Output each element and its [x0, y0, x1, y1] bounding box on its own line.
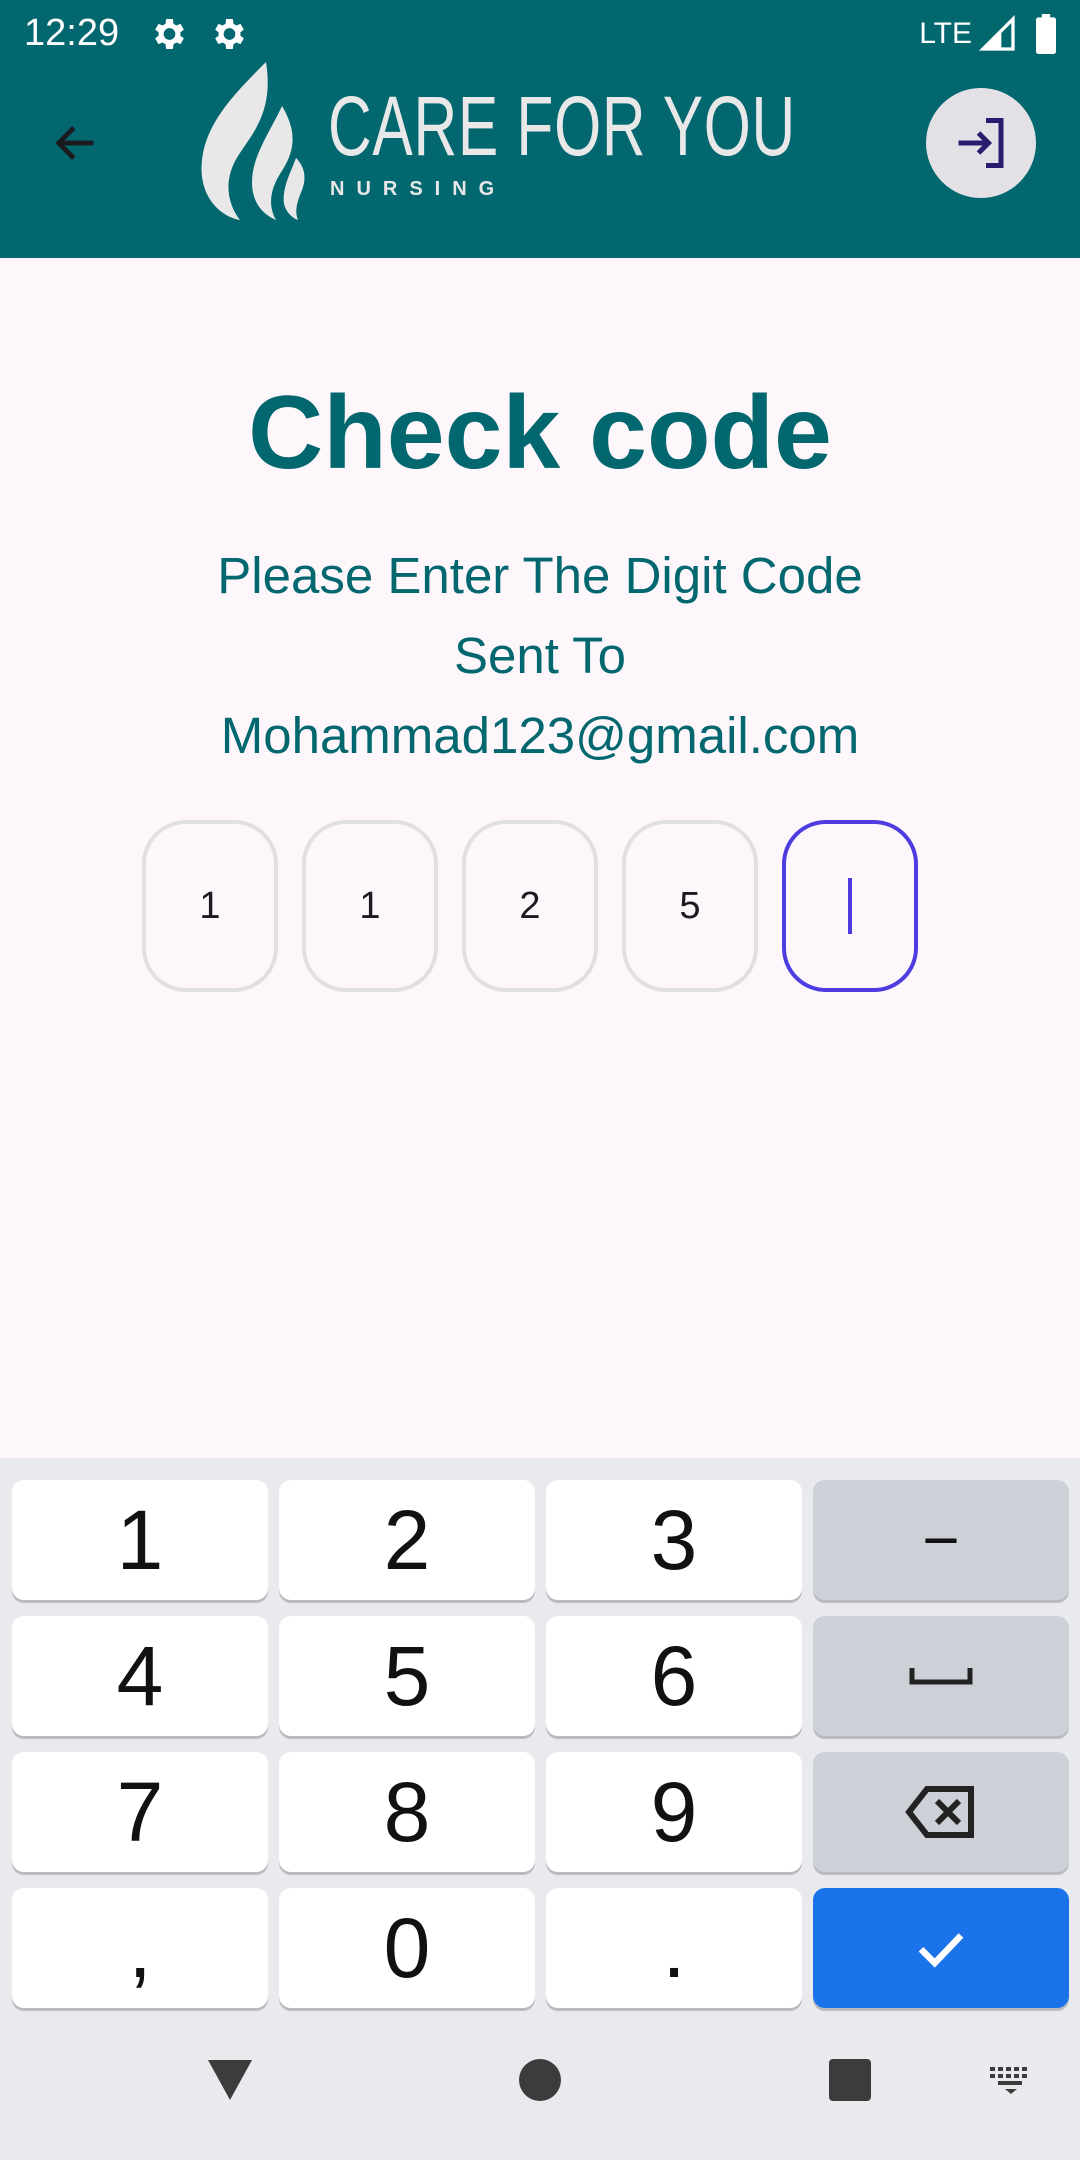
code-digit-field[interactable]: 1	[302, 820, 438, 992]
recents-square-icon	[829, 2059, 871, 2101]
space-icon	[909, 1668, 973, 1685]
gear-icon	[155, 19, 184, 49]
instruction-line: Please Enter The Digit Code	[217, 547, 863, 604]
flame-logo-icon	[201, 62, 305, 220]
keyboard-switch-icon	[990, 2067, 1027, 2094]
gear-icon	[215, 19, 244, 49]
key-0[interactable]: 0	[279, 1888, 535, 2008]
logo-subtitle: NURSING	[330, 178, 507, 200]
key-8[interactable]: 8	[279, 1752, 535, 1872]
backspace-icon	[905, 1786, 974, 1838]
key-3[interactable]: 3	[546, 1480, 802, 1600]
instruction-text: Please Enter The Digit Code Sent To Moha…	[90, 536, 990, 776]
email-address: Mohammad123@gmail.com	[220, 707, 860, 764]
network-type: LTE	[919, 17, 972, 50]
code-digit-field[interactable]: 1	[142, 820, 278, 992]
key-9[interactable]: 9	[546, 1752, 802, 1872]
instruction-line: Sent To	[453, 627, 627, 684]
key-7[interactable]: 7	[12, 1752, 268, 1872]
key-period[interactable]: .	[546, 1888, 802, 2008]
page-title: Check code	[248, 375, 832, 491]
key-2[interactable]: 2	[279, 1480, 535, 1600]
key-5[interactable]: 5	[279, 1616, 535, 1736]
key-minus[interactable]: −	[813, 1480, 1069, 1600]
logo-title: CARE FOR YOU	[328, 79, 796, 173]
code-input-row: 1 1 2 5	[142, 820, 918, 992]
app-logo: CARE FOR YOU NURSING	[196, 62, 795, 228]
key-space[interactable]	[813, 1616, 1069, 1736]
key-done[interactable]	[813, 1888, 1069, 2008]
home-circle-icon	[519, 2059, 561, 2101]
numeric-keyboard: 1 2 3 − 4 5 6 7 8 9 , 0 .	[0, 1458, 1080, 2018]
battery-icon	[1036, 14, 1056, 54]
login-icon	[958, 118, 1004, 168]
keyboard-switch-button[interactable]	[976, 2050, 1046, 2110]
key-1[interactable]: 1	[12, 1480, 268, 1600]
key-6[interactable]: 6	[546, 1616, 802, 1736]
code-digit-field[interactable]: 5	[622, 820, 758, 992]
login-button[interactable]	[926, 88, 1036, 198]
key-4[interactable]: 4	[12, 1616, 268, 1736]
system-nav-bar	[0, 2018, 1080, 2160]
key-backspace[interactable]	[813, 1752, 1069, 1872]
checkmark-icon	[918, 1933, 964, 1968]
signal-icon	[978, 14, 1015, 51]
key-comma[interactable]: ,	[12, 1888, 268, 2008]
arrow-left-icon	[55, 126, 94, 160]
back-button[interactable]	[36, 103, 116, 183]
code-digit-field-active[interactable]	[782, 820, 918, 992]
back-triangle-icon	[208, 2060, 252, 2100]
nav-home-button[interactable]	[500, 2040, 580, 2120]
status-time: 12:29	[24, 12, 120, 54]
text-cursor	[848, 878, 852, 934]
code-digit-field[interactable]: 2	[462, 820, 598, 992]
nav-recents-button[interactable]	[810, 2040, 890, 2120]
app-header: 12:29 LTE CARE FOR YOU NURSING	[0, 0, 1080, 258]
nav-back-button[interactable]	[190, 2040, 270, 2120]
